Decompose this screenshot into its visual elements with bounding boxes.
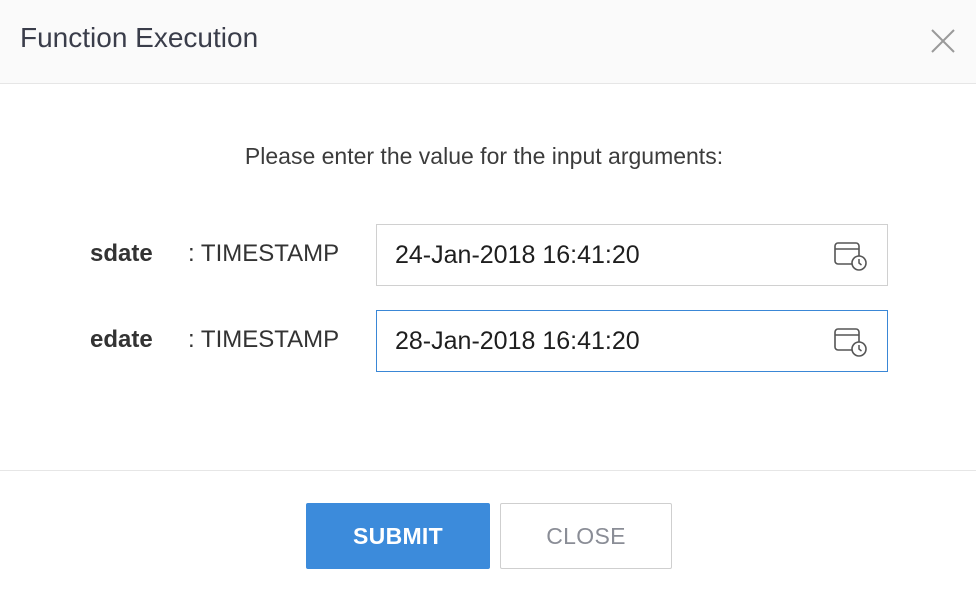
submit-button[interactable]: SUBMIT [306,503,490,569]
close-button[interactable]: CLOSE [500,503,672,569]
argument-name: sdate [90,240,153,267]
function-execution-dialog: Function Execution Please enter the valu… [0,0,976,590]
calendar-clock-icon[interactable] [833,240,869,272]
dialog-title: Function Execution [20,22,259,53]
argument-row-sdate: sdate : TIMESTAMP 24-Jan-2018 16:41:20 [0,224,976,286]
sdate-value: 24-Jan-2018 16:41:20 [395,241,640,269]
edate-timestamp-input[interactable]: 28-Jan-2018 16:41:20 [376,310,888,372]
instructions-text: Please enter the value for the input arg… [244,143,724,169]
argument-row-edate: edate : TIMESTAMP 28-Jan-2018 16:41:20 [0,310,976,372]
dialog-footer: SUBMIT CLOSE [0,470,976,590]
sdate-timestamp-input[interactable]: 24-Jan-2018 16:41:20 [376,224,888,286]
dialog-header: Function Execution [0,0,976,84]
edate-value: 28-Jan-2018 16:41:20 [395,327,640,355]
argument-type: : TIMESTAMP [188,240,340,267]
argument-name: edate [90,326,153,353]
close-icon[interactable] [928,26,958,56]
calendar-clock-icon[interactable] [833,326,869,358]
argument-type: : TIMESTAMP [188,326,340,353]
